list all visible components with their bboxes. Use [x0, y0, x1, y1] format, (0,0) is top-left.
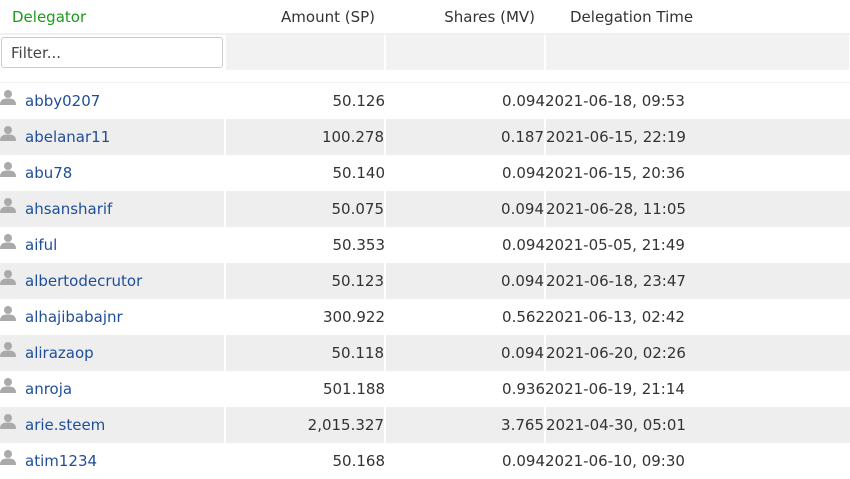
delegator-link[interactable]: aiful: [25, 236, 57, 254]
amount-cell: 50.353: [332, 235, 386, 254]
table-row: abu78 50.140 0.094 2021-06-15, 20:36: [0, 155, 850, 191]
delegator-cell: abelanar11: [0, 118, 225, 155]
table-row: alirazaop 50.118 0.094 2021-06-20, 02:26: [0, 334, 850, 371]
delegator-cell: alirazaop: [0, 334, 225, 371]
table-row: abelanar11 100.278 0.187 2021-06-15, 22:…: [0, 118, 850, 155]
shares-cell: 0.094: [384, 190, 545, 227]
delegator-link[interactable]: ahsansharif: [25, 200, 112, 218]
delegation-time-cell: 2021-06-15, 22:19: [544, 118, 850, 155]
column-header-delegation-time[interactable]: Delegation Time: [545, 0, 850, 35]
filter-cell-shares: [385, 34, 546, 70]
delegation-time-cell: 2021-06-18, 23:47: [544, 262, 850, 299]
delegator-link[interactable]: arie.steem: [25, 416, 105, 434]
delegation-time-cell: 2021-06-28, 11:05: [544, 190, 850, 227]
delegator-cell: aiful: [0, 227, 225, 263]
filter-spacer: [0, 70, 850, 83]
shares-cell: 3.765: [384, 406, 545, 443]
delegator-cell: atim1234: [0, 443, 225, 479]
delegation-time-cell: 2021-06-18, 09:53: [545, 91, 685, 110]
delegations-table: Delegator Amount (SP) Shares (MV) Delega…: [0, 0, 850, 479]
user-icon: [0, 377, 16, 397]
table-row: aiful 50.353 0.094 2021-05-05, 21:49: [0, 227, 850, 263]
shares-cell: 0.094: [384, 334, 545, 371]
delegator-cell: ahsansharif: [0, 190, 225, 227]
column-header-shares[interactable]: Shares (MV): [385, 0, 545, 35]
table-row: abby0207 50.126 0.094 2021-06-18, 09:53: [0, 83, 850, 119]
delegator-link[interactable]: anroja: [25, 380, 72, 398]
delegator-link[interactable]: alhajibabajnr: [25, 308, 123, 326]
user-icon: [0, 125, 16, 145]
amount-cell: 501.188: [322, 379, 385, 398]
delegator-cell: arie.steem: [0, 406, 225, 443]
table-row: arie.steem 2,015.327 3.765 2021-04-30, 0…: [0, 406, 850, 443]
filter-row: [0, 34, 850, 70]
filter-input[interactable]: [1, 37, 223, 68]
header-row: Delegator Amount (SP) Shares (MV) Delega…: [0, 0, 850, 35]
table-row: atim1234 50.168 0.094 2021-06-10, 09:30: [0, 443, 850, 479]
user-icon: [0, 305, 16, 325]
delegation-time-cell: 2021-04-30, 05:01: [544, 406, 850, 443]
filter-cell-delegator: [0, 34, 226, 70]
shares-cell: 0.094: [384, 262, 545, 299]
user-icon: [0, 233, 16, 253]
delegator-cell: abu78: [0, 155, 225, 191]
user-icon: [0, 269, 16, 289]
amount-cell: 50.123: [224, 262, 385, 299]
delegator-cell: alhajibabajnr: [0, 299, 225, 335]
delegator-cell: anroja: [0, 371, 225, 407]
delegation-time-cell: 2021-06-10, 09:30: [545, 451, 685, 470]
shares-cell: 0.562: [502, 307, 545, 326]
amount-cell: 50.168: [332, 451, 386, 470]
shares-cell: 0.094: [502, 235, 545, 254]
shares-cell: 0.094: [502, 91, 545, 110]
table-row: anroja 501.188 0.936 2021-06-19, 21:14: [0, 371, 850, 407]
user-icon: [0, 341, 16, 361]
table-body: abby0207 50.126 0.094 2021-06-18, 09:53 …: [0, 83, 850, 479]
delegation-time-cell: 2021-06-15, 20:36: [545, 163, 685, 182]
delegation-time-cell: 2021-05-05, 21:49: [545, 235, 685, 254]
amount-cell: 50.126: [332, 91, 386, 110]
delegator-link[interactable]: abby0207: [25, 92, 100, 110]
delegation-time-cell: 2021-06-19, 21:14: [545, 379, 685, 398]
delegation-time-cell: 2021-06-20, 02:26: [544, 334, 850, 371]
table-row: alhajibabajnr 300.922 0.562 2021-06-13, …: [0, 299, 850, 335]
shares-cell: 0.094: [502, 451, 545, 470]
amount-cell: 2,015.327: [224, 406, 385, 443]
column-header-amount[interactable]: Amount (SP): [225, 0, 385, 35]
user-icon: [0, 449, 16, 469]
amount-cell: 50.118: [224, 334, 385, 371]
delegator-link[interactable]: albertodecrutor: [25, 272, 142, 290]
shares-cell: 0.094: [502, 163, 545, 182]
table-row: albertodecrutor 50.123 0.094 2021-06-18,…: [0, 262, 850, 299]
filter-cell-amount: [225, 34, 386, 70]
table-row: ahsansharif 50.075 0.094 2021-06-28, 11:…: [0, 190, 850, 227]
delegator-link[interactable]: abelanar11: [25, 128, 110, 146]
delegator-cell: abby0207: [0, 83, 225, 119]
delegator-cell: albertodecrutor: [0, 262, 225, 299]
delegator-link[interactable]: abu78: [25, 164, 72, 182]
delegator-link[interactable]: atim1234: [25, 452, 97, 470]
amount-cell: 100.278: [224, 118, 385, 155]
shares-cell: 0.936: [502, 379, 545, 398]
user-icon: [0, 197, 16, 217]
amount-cell: 300.922: [322, 307, 385, 326]
user-icon: [0, 89, 16, 109]
filter-cell-time: [545, 34, 850, 70]
shares-cell: 0.187: [384, 118, 545, 155]
delegation-time-cell: 2021-06-13, 02:42: [545, 307, 685, 326]
amount-cell: 50.075: [224, 190, 385, 227]
delegator-link[interactable]: alirazaop: [25, 344, 94, 362]
user-icon: [0, 161, 16, 181]
amount-cell: 50.140: [332, 163, 386, 182]
column-header-delegator[interactable]: Delegator: [0, 0, 225, 35]
user-icon: [0, 413, 16, 433]
